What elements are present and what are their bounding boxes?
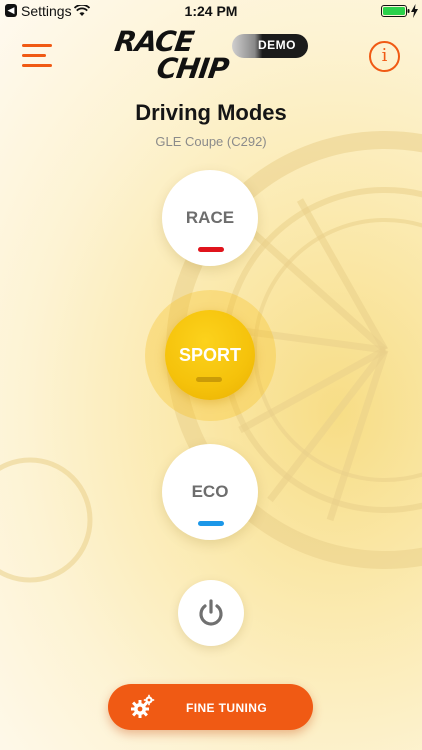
sport-mode-label: SPORT (178, 345, 241, 365)
logo-text-chip: CHIP (154, 52, 231, 85)
battery-icon (381, 5, 410, 17)
menu-icon-line (22, 64, 52, 67)
info-button[interactable]: i (369, 41, 400, 72)
fine-tuning-button[interactable]: FINE TUNING (108, 684, 313, 730)
menu-icon-line (22, 54, 46, 57)
demo-mode-toggle[interactable]: DEMO (232, 34, 308, 58)
eco-mode-indicator (198, 521, 224, 526)
race-mode-indicator (198, 247, 224, 252)
demo-label: DEMO (258, 38, 296, 52)
vehicle-model: GLE Coupe (C292) (155, 134, 267, 149)
menu-icon-line (22, 44, 52, 47)
fine-tuning-label: FINE TUNING (186, 701, 268, 715)
info-icon: i (381, 45, 388, 66)
status-time: 1:24 PM (184, 3, 238, 19)
sport-mode-button[interactable]: SPORT (165, 310, 255, 400)
charging-bolt-icon (411, 4, 418, 18)
power-icon (199, 599, 223, 626)
gear-icon (131, 694, 155, 718)
race-mode-label: RACE (185, 208, 235, 227)
menu-button[interactable] (22, 44, 52, 70)
eco-mode-label: ECO (191, 482, 229, 501)
power-button[interactable] (178, 580, 244, 646)
page-title: Driving Modes (135, 100, 287, 125)
sport-mode-indicator (196, 377, 222, 382)
eco-mode-button[interactable]: ECO (162, 444, 258, 540)
race-mode-button[interactable]: RACE (162, 170, 258, 266)
status-bar: ◀ Settings 1:24 PM (0, 0, 422, 22)
